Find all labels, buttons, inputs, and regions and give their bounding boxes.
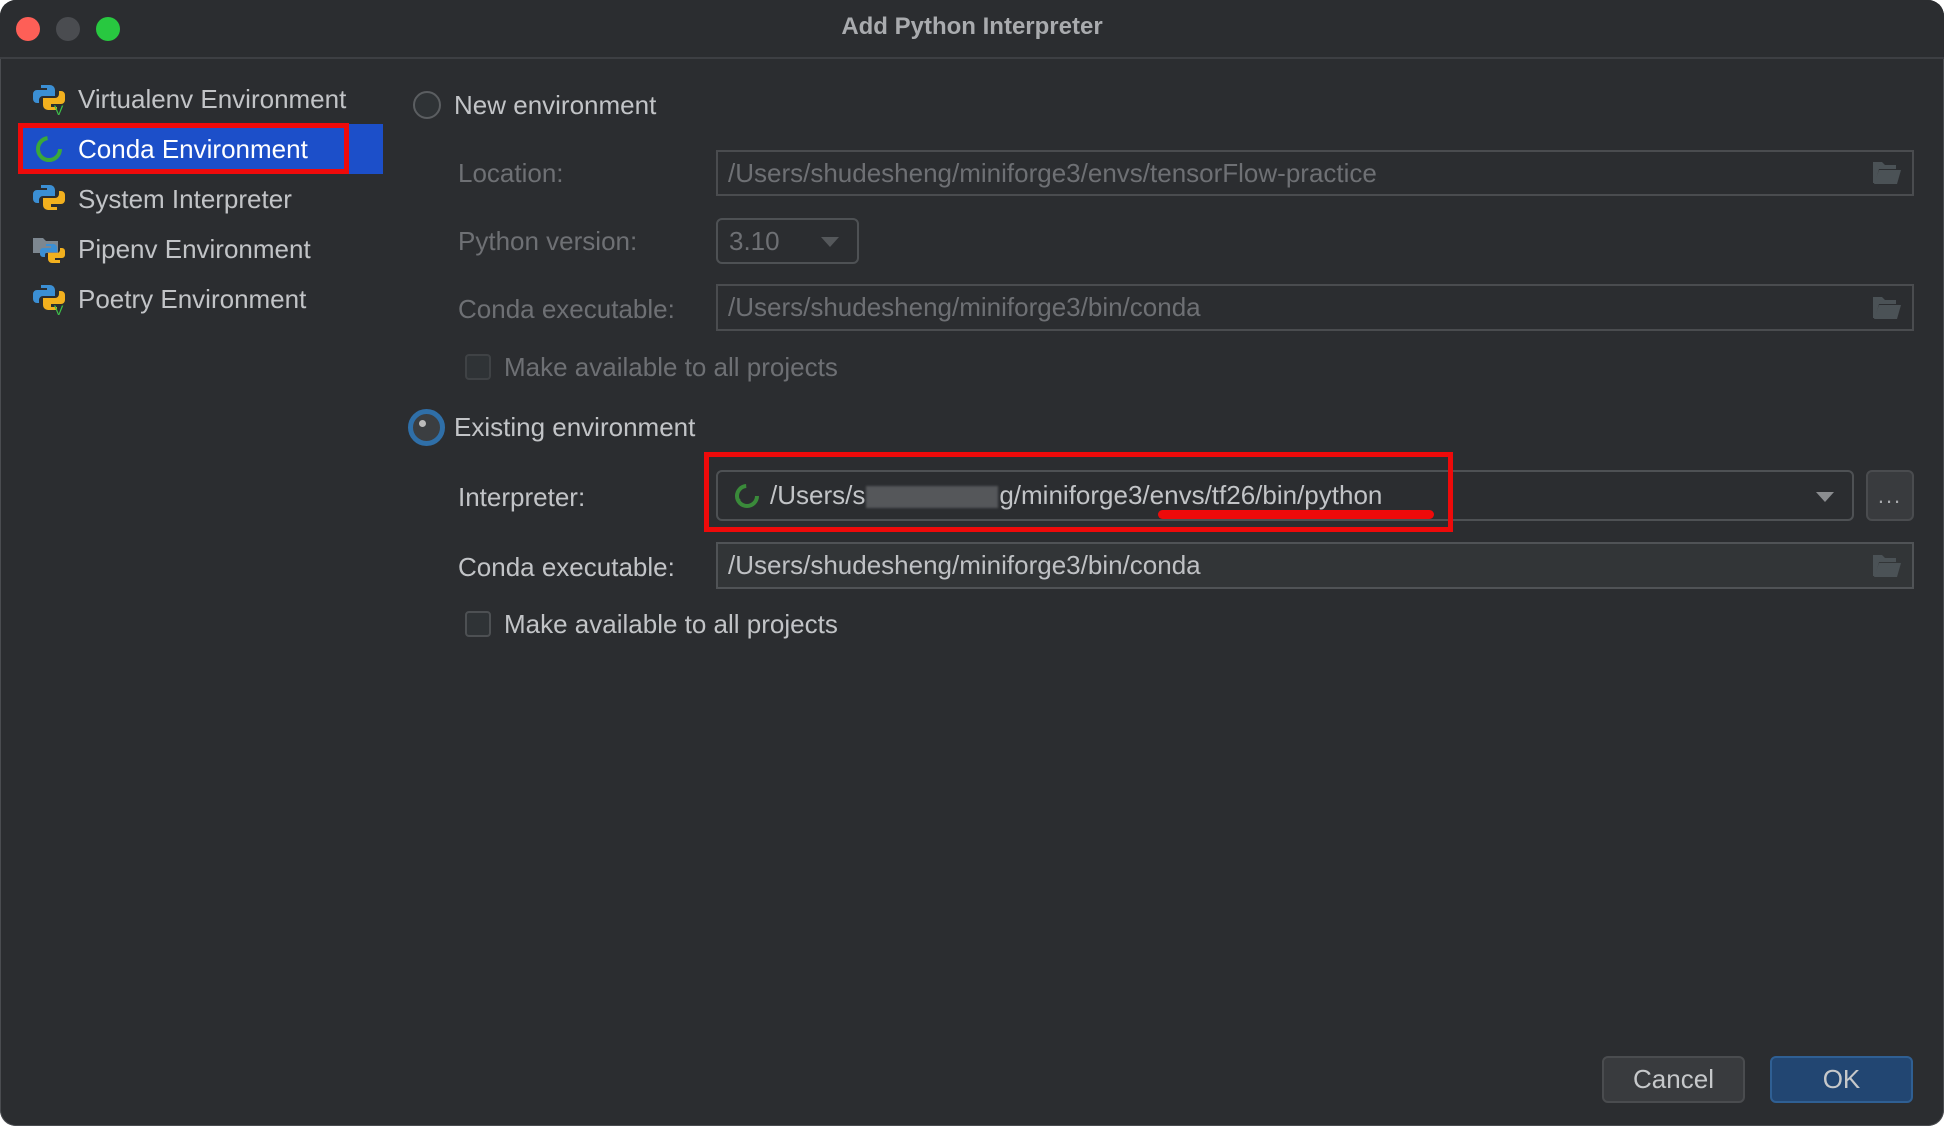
python-version-label: Python version: [458,226,638,256]
sidebar-item-system-interpreter[interactable]: System Interpreter [18,174,383,224]
location-field[interactable]: /Users/shudesheng/miniforge3/envs/tensor… [716,150,1914,196]
svg-text:V: V [54,102,64,116]
make-available-checkbox[interactable] [465,611,491,637]
ok-button[interactable]: OK [1770,1056,1913,1103]
conda-executable-field[interactable]: /Users/shudesheng/miniforge3/bin/conda [716,542,1914,589]
conda-executable-value-new: /Users/shudesheng/miniforge3/bin/conda [728,292,1201,322]
folder-icon[interactable] [1872,554,1902,578]
conda-executable-value: /Users/shudesheng/miniforge3/bin/conda [728,550,1201,580]
browse-interpreter-button[interactable]: ... [1866,470,1914,521]
interpreter-label: Interpreter: [458,482,586,512]
sidebar-item-label: Poetry Environment [78,283,307,314]
python-icon [32,182,66,216]
conda-executable-label: Conda executable: [458,552,675,582]
location-label: Location: [458,158,564,188]
existing-environment-label: Existing environment [454,412,696,442]
make-available-label: Make available to all projects [504,609,838,639]
sidebar-item-pipenv[interactable]: Pipenv Environment [18,224,383,274]
sidebar-item-virtualenv[interactable]: V Virtualenv Environment [18,74,383,124]
redacted-text [866,486,999,509]
python-version-dropdown[interactable]: 3.10 [716,218,859,264]
python-virtualenv-icon: V [32,82,66,118]
conda-icon [32,132,66,166]
sidebar-item-label: Virtualenv Environment [78,83,347,114]
python-poetry-icon: V [32,282,66,318]
chevron-down-icon [821,237,839,247]
cancel-button[interactable]: Cancel [1602,1056,1745,1103]
svg-text:V: V [54,302,64,316]
interpreter-dropdown[interactable]: /Users/s g/miniforge3/envs/tf26/bin/pytho… [716,470,1854,521]
dialog-title: Add Python Interpreter [841,13,1103,40]
conda-executable-label-new: Conda executable: [458,294,675,324]
chevron-down-icon [1816,491,1834,502]
location-value: /Users/shudesheng/miniforge3/envs/tensor… [728,157,1377,188]
pipenv-icon [32,232,66,266]
add-python-interpreter-dialog: Add Python Interpreter V Virtualenv Envi… [0,0,1944,1126]
sidebar-item-conda[interactable]: Conda Environment [18,124,383,174]
new-environment-label: New environment [454,90,657,120]
sidebar-item-label: Conda Environment [78,133,308,164]
sidebar-item-poetry[interactable]: V Poetry Environment [18,274,383,324]
title-bar: Add Python Interpreter [0,0,1944,59]
python-version-value: 3.10 [729,225,780,256]
sidebar-item-label: Pipenv Environment [78,233,311,264]
make-available-label-new: Make available to all projects [504,352,838,382]
existing-environment-radio[interactable] [408,409,445,446]
conda-executable-field-new[interactable]: /Users/shudesheng/miniforge3/bin/conda [716,284,1914,331]
conda-icon [732,481,762,511]
folder-icon[interactable] [1872,161,1902,185]
interpreter-path: /Users/s g/miniforge3/envs/tf26/bin/pytho… [770,480,1383,510]
make-available-checkbox-new[interactable] [465,354,491,380]
sidebar-item-label: System Interpreter [78,183,292,214]
new-environment-radio[interactable] [413,91,441,119]
folder-icon[interactable] [1872,296,1902,320]
